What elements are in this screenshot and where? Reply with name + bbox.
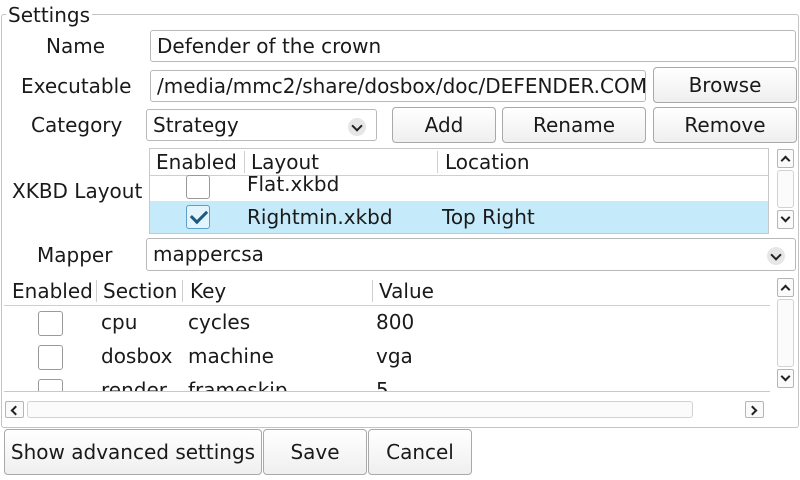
name-field[interactable]: Defender of the crown (150, 30, 796, 62)
config-section: cpu (101, 310, 138, 334)
mapper-select[interactable]: mappercsa (146, 238, 796, 271)
config-header-key[interactable]: Key (184, 278, 372, 304)
xkbd-layout-list[interactable]: Enabled Layout Location Flat.xkbd Rightm… (149, 148, 769, 234)
xkbd-row-selected[interactable]: Rightmin.xkbd Top Right (150, 201, 768, 233)
cancel-button[interactable]: Cancel (368, 429, 472, 475)
remove-category-button[interactable]: Remove (653, 107, 797, 143)
config-row[interactable]: dosbox machine vga (4, 344, 770, 376)
enabled-checkbox-checked[interactable] (186, 205, 210, 229)
config-header-value[interactable]: Value (373, 278, 763, 304)
executable-field[interactable]: /media/mmc2/share/dosbox/doc/DEFENDER.CO… (150, 70, 646, 102)
settings-group-title: Settings (6, 3, 93, 27)
enabled-checkbox[interactable] (38, 311, 63, 336)
config-value: vga (376, 344, 413, 368)
category-label: Category (31, 113, 123, 137)
enabled-checkbox[interactable] (38, 345, 63, 370)
horizontal-scrollbar-track[interactable] (27, 401, 693, 418)
chevron-down-icon (767, 247, 785, 265)
enabled-checkbox[interactable] (38, 379, 63, 391)
xkbd-scrollbar-track[interactable] (777, 170, 794, 208)
config-section: dosbox (101, 344, 173, 368)
rename-category-button[interactable]: Rename (502, 107, 646, 143)
browse-button[interactable]: Browse (653, 67, 797, 103)
mapper-selected: mappercsa (153, 242, 264, 266)
config-key: machine (188, 344, 274, 368)
chevron-down-icon (348, 118, 366, 136)
xkbd-row[interactable]: Flat.xkbd (150, 169, 768, 199)
category-selected: Strategy (153, 113, 239, 137)
config-scroll-down-icon[interactable] (777, 369, 794, 388)
config-value: 800 (376, 310, 415, 334)
executable-label: Executable (21, 74, 132, 98)
enabled-checkbox[interactable] (186, 175, 210, 199)
scroll-right-icon[interactable] (745, 401, 764, 418)
config-section: render (101, 378, 167, 392)
config-row[interactable]: render frameskip 5 (4, 378, 770, 392)
header-divider (4, 305, 770, 306)
config-key: cycles (188, 310, 251, 334)
config-row[interactable]: cpu cycles 800 (4, 310, 770, 342)
show-advanced-settings-button[interactable]: Show advanced settings (4, 429, 262, 475)
config-header-enabled[interactable]: Enabled (6, 278, 98, 304)
config-value: 5 (376, 378, 389, 392)
column-divider (182, 280, 183, 302)
xkbd-location: Top Right (442, 205, 535, 229)
config-table[interactable]: Enabled Section Key Value cpu cycles 800… (4, 278, 770, 392)
xkbd-layout-name: Rightmin.xkbd (247, 205, 393, 229)
scroll-left-icon[interactable] (5, 401, 24, 418)
mapper-label: Mapper (37, 243, 113, 267)
xkbd-scroll-up-icon[interactable] (777, 149, 794, 168)
config-header-section[interactable]: Section (97, 278, 183, 304)
config-scroll-up-icon[interactable] (777, 278, 794, 297)
config-scrollbar-track[interactable] (777, 299, 794, 367)
add-category-button[interactable]: Add (392, 107, 496, 143)
name-label: Name (46, 34, 106, 58)
save-button[interactable]: Save (263, 429, 367, 475)
xkbd-layout-label: XKBD Layout (12, 179, 143, 203)
xkbd-layout-name: Flat.xkbd (247, 172, 340, 196)
config-key: frameskip (188, 378, 288, 392)
xkbd-scroll-down-icon[interactable] (777, 210, 794, 229)
category-select[interactable]: Strategy (146, 109, 377, 141)
